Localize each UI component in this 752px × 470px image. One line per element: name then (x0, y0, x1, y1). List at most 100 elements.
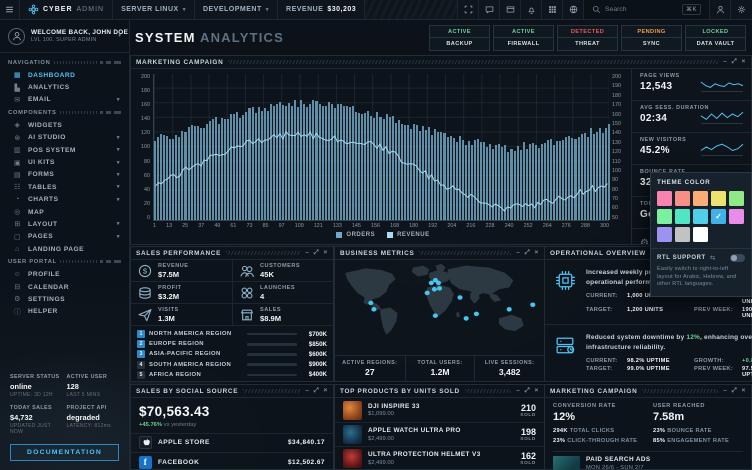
theme-swatch-0[interactable] (657, 191, 672, 206)
panel-minimize-button[interactable]: – (723, 59, 727, 66)
status-badge-data-vault[interactable]: LOCKEDDATA VAULT (685, 25, 746, 51)
sparkline (700, 141, 744, 157)
apps-grid-button[interactable] (542, 0, 563, 19)
sidebar-item-profile[interactable]: ☺PROFILE (0, 268, 129, 280)
settings-button[interactable] (731, 0, 752, 19)
panel-maximize-button[interactable]: ⤢ (732, 59, 738, 66)
product-row-apple-watch-ultra-pro[interactable]: APPLE WATCH ULTRA PRO$2,499.00198SOLD (335, 422, 544, 446)
panel-minimize-button[interactable]: – (516, 388, 520, 395)
panel-minimize-button[interactable]: – (723, 388, 727, 395)
paid-search-ad-row[interactable]: PAID SEARCH ADS MON 26/6 - SUN 2/7 (553, 451, 743, 470)
documentation-button[interactable]: DOCUMENTATION (10, 444, 119, 461)
sidebar-item-landing-page[interactable]: ⌂LANDING PAGE (0, 243, 129, 255)
panel-close-button[interactable]: × (535, 250, 540, 257)
region-row-africa-region[interactable]: 5AFRICA REGION$400K (131, 370, 333, 380)
sidebar-item-settings[interactable]: ⚙SETTINGS (0, 293, 129, 305)
region-row-south-america-region[interactable]: 4SOUTH AMERICA REGION$900K (131, 360, 333, 370)
theme-swatch-12[interactable] (693, 227, 708, 242)
region-bar (247, 333, 297, 336)
nav-menu-development[interactable]: DEVELOPMENT▾ (195, 0, 278, 19)
panel-close-button[interactable]: × (535, 388, 540, 395)
theme-swatch-5[interactable] (657, 209, 672, 224)
stat-card-avg-sess-duration[interactable]: AVG SESS. DURATION02:34 (632, 101, 751, 133)
orders-revenue-chart: 200180160140120100806040200 200190180170… (131, 69, 631, 244)
sidebar-item-tables[interactable]: ☷TABLES▾ (0, 181, 129, 193)
panel-maximize-button[interactable]: ⤢ (732, 388, 738, 395)
panel-close-button[interactable]: × (742, 388, 747, 395)
brand[interactable]: CYBER ADMIN (20, 0, 113, 19)
sidebar-item-pos-system[interactable]: ▥POS SYSTEM▾ (0, 144, 129, 156)
region-row-asia-pacific-region[interactable]: 3ASIA-PACIFIC REGION$600K (131, 349, 333, 359)
messages-button[interactable] (479, 0, 500, 19)
profit-icon (138, 286, 152, 300)
sidebar-item-widgets[interactable]: ◈WIDGETS (0, 119, 129, 131)
panel-close-button[interactable]: × (742, 59, 747, 66)
sidebar-item-forms[interactable]: ▤FORMS▾ (0, 169, 129, 181)
stat-card-page-views[interactable]: PAGE VIEWS12,543 (632, 69, 751, 101)
panel-minimize-button[interactable]: – (305, 388, 309, 395)
stat-card-new-visitors[interactable]: NEW VISITORS45.2% (632, 133, 751, 165)
y-tick: 50 (612, 215, 618, 221)
panel-maximize-button[interactable]: ⤢ (314, 250, 320, 257)
status-badge-firewall[interactable]: ACTIVEFIREWALL (493, 25, 554, 51)
product-row-ultra-protection-helmet-v3[interactable]: ULTRA PROTECTION HELMET V3$2,499.00162SO… (335, 446, 544, 470)
kpi-meta: SALES$8.9M (260, 307, 281, 323)
badge-label: DATA VAULT (686, 38, 745, 50)
status-badge-sync[interactable]: PENDINGSYNC (621, 25, 682, 51)
panel-maximize-button[interactable]: ⤢ (525, 388, 531, 395)
window-button[interactable] (500, 0, 521, 19)
language-button[interactable] (563, 0, 584, 19)
ruler-decor (60, 260, 97, 263)
social-row-facebook[interactable]: fFACEBOOK$12,502.67 (131, 452, 333, 470)
sidebar-item-charts[interactable]: ◔CHARTS▾ (0, 194, 129, 206)
theme-swatch-4[interactable] (729, 191, 744, 206)
theme-swatch-8[interactable]: ✓ (711, 209, 726, 224)
theme-swatch-2[interactable] (693, 191, 708, 206)
theme-swatch-10[interactable] (657, 227, 672, 242)
theme-swatch-1[interactable] (675, 191, 690, 206)
sidebar-item-dashboard[interactable]: ▦DASHBOARD (0, 69, 129, 81)
social-row-apple-store[interactable]: APPLE STORE$34,840.17 (131, 433, 333, 453)
sidebar-item-layout[interactable]: ⊞LAYOUT▾ (0, 218, 129, 230)
notifications-button[interactable] (521, 0, 542, 19)
panel-minimize-button[interactable]: – (305, 250, 309, 257)
sidebar-item-helper[interactable]: ⓘHELPER (0, 306, 129, 318)
region-row-europe-region[interactable]: 2EUROPE REGION$850K (131, 339, 333, 349)
nav-menu-server-linux[interactable]: SERVER LINUX▾ (113, 0, 195, 19)
product-row-dji-inspire-33[interactable]: DJI INSPIRE 33$1,099.00210SOLD (335, 398, 544, 422)
theme-swatch-6[interactable] (675, 209, 690, 224)
square-decor (106, 260, 111, 263)
sidebar-item-ui-kits[interactable]: ▣UI KITS▾ (0, 156, 129, 168)
panel-maximize-button[interactable]: ⤢ (314, 388, 320, 395)
sidebar-item-analytics[interactable]: ▙ANALYTICS (0, 81, 129, 93)
chart-plot-area[interactable] (153, 74, 609, 221)
sidebar-item-pages[interactable]: ▢PAGES▾ (0, 231, 129, 243)
sidebar-item-calendar[interactable]: ⊟CALENDAR (0, 281, 129, 293)
theme-swatch-11[interactable] (675, 227, 690, 242)
status-badge-backup[interactable]: ACTIVEBACKUP (429, 25, 490, 51)
panel-close-button[interactable]: × (324, 250, 329, 257)
user-account-button[interactable] (710, 0, 731, 19)
user-icon (12, 31, 22, 41)
op-description: Reduced system downtime by 12%, enhancin… (586, 333, 752, 353)
nav-menu-revenue[interactable]: REVENUE$30,203 (278, 0, 365, 19)
fullscreen-button[interactable] (458, 0, 479, 19)
theme-swatch-9[interactable] (729, 209, 744, 224)
panel-maximize-button[interactable]: ⤢ (525, 250, 531, 257)
sidebar-item-email[interactable]: ✉EMAIL▾ (0, 94, 129, 106)
panel-minimize-button[interactable]: – (516, 250, 520, 257)
sidebar-item-label: LANDING PAGE (28, 246, 84, 253)
user-welcome-card[interactable]: WELCOME BACK, JOHN DOE LVL 100. SUPER AD… (0, 20, 129, 53)
menu-toggle-button[interactable] (0, 0, 20, 19)
search-input[interactable] (605, 6, 678, 13)
panel-close-button[interactable]: × (324, 388, 329, 395)
theme-swatch-3[interactable] (711, 191, 726, 206)
rtl-toggle[interactable] (730, 254, 745, 262)
sidebar-item-map[interactable]: ◎MAP (0, 206, 129, 218)
region-row-north-america-region[interactable]: 1NORTH AMERICA REGION$700K (131, 329, 333, 339)
theme-swatch-7[interactable] (693, 209, 708, 224)
ai-studio-icon: ⊛ (13, 134, 22, 142)
nav-menu-label: DEVELOPMENT (203, 6, 262, 13)
status-badge-threat[interactable]: DETECTEDTHREAT (557, 25, 618, 51)
sidebar-item-ai-studio[interactable]: ⊛AI STUDIO▾ (0, 132, 129, 144)
